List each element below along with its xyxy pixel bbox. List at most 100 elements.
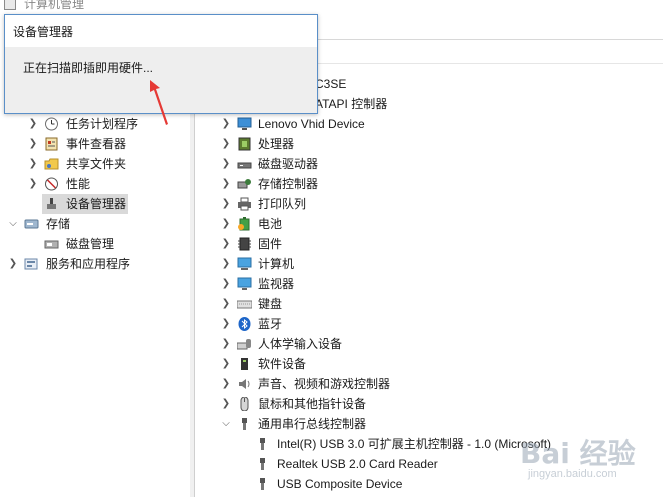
performance-icon [45, 177, 58, 191]
tree-item-label: 性能 [66, 177, 91, 191]
device-category-usb-controllers[interactable]: ⌵ 通用串行总线控制器 [195, 414, 655, 434]
usb-device-label: Realtek USB 2.0 Card Reader [277, 457, 438, 471]
watermark: Bai 经验 jingyan.baidu.com [510, 432, 660, 492]
usb-icon [242, 418, 247, 430]
shared-folder-icon [44, 158, 59, 170]
tree-item-device-manager[interactable]: 设备管理器 [42, 194, 128, 214]
tree-item-label: 设备管理器 [66, 197, 127, 211]
computer-management-icon [4, 0, 16, 10]
chevron-right-icon[interactable]: ❯ [221, 334, 231, 354]
speaker-icon [239, 379, 250, 389]
left-navigation-pane[interactable]: ❯ 任务计划程序 ❯ 事件查看器 ❯ 共享文件夹 ❯ 性能 设备管理器 ⌵ 存储… [0, 64, 191, 497]
chevron-right-icon[interactable]: ❯ [221, 174, 231, 194]
device-category-software-devices[interactable]: ❯ 软件设备 [195, 354, 655, 374]
usb-icon [260, 438, 265, 450]
clock-icon [45, 117, 58, 131]
device-category-label: 蓝牙 [258, 317, 283, 331]
usb-icon [260, 458, 265, 470]
device-category-monitors[interactable]: ❯ 监视器 [195, 274, 655, 294]
device-category-label: 键盘 [258, 297, 283, 311]
device-category-label: 存储控制器 [258, 177, 319, 191]
chevron-right-icon[interactable]: ❯ [221, 254, 231, 274]
chevron-right-icon[interactable]: ❯ [221, 294, 231, 314]
device-category-mice-pointing[interactable]: ❯ 鼠标和其他指针设备 [195, 394, 655, 414]
tree-item-disk-management[interactable]: 磁盘管理 [0, 234, 190, 254]
device-category-computer[interactable]: ❯ 计算机 [195, 254, 655, 274]
monitor-icon [237, 117, 252, 130]
device-category-processors[interactable]: ❯ 处理器 [195, 134, 655, 154]
device-category-disk-drives[interactable]: ❯ 磁盘驱动器 [195, 154, 655, 174]
chevron-right-icon[interactable]: ❯ [221, 214, 231, 234]
watermark-logo: Bai 经验 [520, 437, 636, 470]
device-category-label: 电池 [258, 217, 283, 231]
device-category-label: 监视器 [258, 277, 295, 291]
chevron-right-icon[interactable]: ❯ [221, 354, 231, 374]
chevron-right-icon[interactable]: ❯ [28, 174, 38, 194]
chevron-right-icon[interactable]: ❯ [221, 314, 231, 334]
device-category-label: 磁盘驱动器 [258, 157, 319, 171]
battery-icon [238, 217, 250, 231]
chevron-right-icon[interactable]: ❯ [8, 254, 18, 274]
keyboard-icon [237, 300, 252, 309]
tree-item-services-applications[interactable]: ❯ 服务和应用程序 [0, 254, 190, 274]
cpu-icon [238, 137, 251, 151]
device-manager-icon [47, 198, 56, 209]
tree-item-storage[interactable]: ⌵ 存储 [0, 214, 190, 234]
device-category-batteries[interactable]: ❯ 电池 [195, 214, 655, 234]
software-device-icon [241, 358, 248, 370]
device-category-label: 声音、视频和游戏控制器 [258, 377, 391, 391]
chevron-right-icon[interactable]: ❯ [221, 114, 231, 134]
event-log-icon [45, 137, 58, 151]
tree-item-label: C3SE [315, 77, 347, 91]
device-category-firmware[interactable]: ❯ 固件 [195, 234, 655, 254]
storage-icon [24, 219, 39, 229]
storage-controller-icon [237, 179, 251, 189]
disk-management-icon [44, 240, 59, 249]
chevron-right-icon[interactable]: ❯ [28, 134, 38, 154]
disk-drive-icon [237, 162, 252, 169]
device-category-label: 打印队列 [258, 197, 307, 211]
device-category-label: 人体学输入设备 [258, 337, 343, 351]
tree-item-shared-folders[interactable]: ❯ 共享文件夹 [0, 154, 190, 174]
tree-item-label: 磁盘管理 [66, 237, 115, 251]
device-category-label: 处理器 [258, 137, 295, 151]
chevron-right-icon[interactable]: ❯ [28, 154, 38, 174]
usb-device-label: USB Composite Device [277, 477, 403, 491]
usb-icon [260, 478, 265, 490]
chevron-right-icon[interactable]: ❯ [221, 154, 231, 174]
device-category-sound-video-game[interactable]: ❯ 声音、视频和游戏控制器 [195, 374, 655, 394]
chevron-right-icon[interactable]: ❯ [28, 114, 38, 134]
chevron-right-icon[interactable]: ❯ [221, 134, 231, 154]
computer-icon [237, 257, 252, 270]
chevron-right-icon[interactable]: ❯ [221, 374, 231, 394]
device-category-hid[interactable]: ❯ 人体学输入设备 [195, 334, 655, 354]
mouse-icon [240, 397, 249, 411]
tree-item-label: 任务计划程序 [66, 117, 139, 131]
device-category-bluetooth[interactable]: ❯ 蓝牙 [195, 314, 655, 334]
printer-icon [238, 197, 251, 211]
chevron-down-icon[interactable]: ⌵ [8, 214, 18, 234]
device-category-keyboards[interactable]: ❯ 键盘 [195, 294, 655, 314]
watermark-url: jingyan.baidu.com [528, 468, 617, 480]
tree-item-label: 存储 [46, 217, 71, 231]
device-category-label: 软件设备 [258, 357, 307, 371]
device-category-print-queues[interactable]: ❯ 打印队列 [195, 194, 655, 214]
device-category-lenovo-vhid[interactable]: ❯ Lenovo Vhid Device [195, 114, 655, 134]
device-category-label: 计算机 [258, 257, 295, 271]
tree-item-performance[interactable]: ❯ 性能 [0, 174, 190, 194]
device-category-label: 通用串行总线控制器 [258, 417, 367, 431]
chevron-right-icon[interactable]: ❯ [221, 274, 231, 294]
chevron-down-icon[interactable]: ⌵ [221, 414, 231, 434]
popup-message: 正在扫描即插即用硬件... [23, 61, 154, 75]
chevron-right-icon[interactable]: ❯ [221, 234, 231, 254]
toolbar-divider [316, 39, 663, 40]
bluetooth-icon [238, 317, 251, 331]
device-category-label: 鼠标和其他指针设备 [258, 397, 367, 411]
firmware-icon [238, 237, 251, 251]
services-icon [24, 258, 38, 270]
device-category-label: Lenovo Vhid Device [258, 117, 365, 131]
tree-item-event-viewer[interactable]: ❯ 事件查看器 [0, 134, 190, 154]
chevron-right-icon[interactable]: ❯ [221, 394, 231, 414]
device-category-storage-controllers[interactable]: ❯ 存储控制器 [195, 174, 655, 194]
chevron-right-icon[interactable]: ❯ [221, 194, 231, 214]
